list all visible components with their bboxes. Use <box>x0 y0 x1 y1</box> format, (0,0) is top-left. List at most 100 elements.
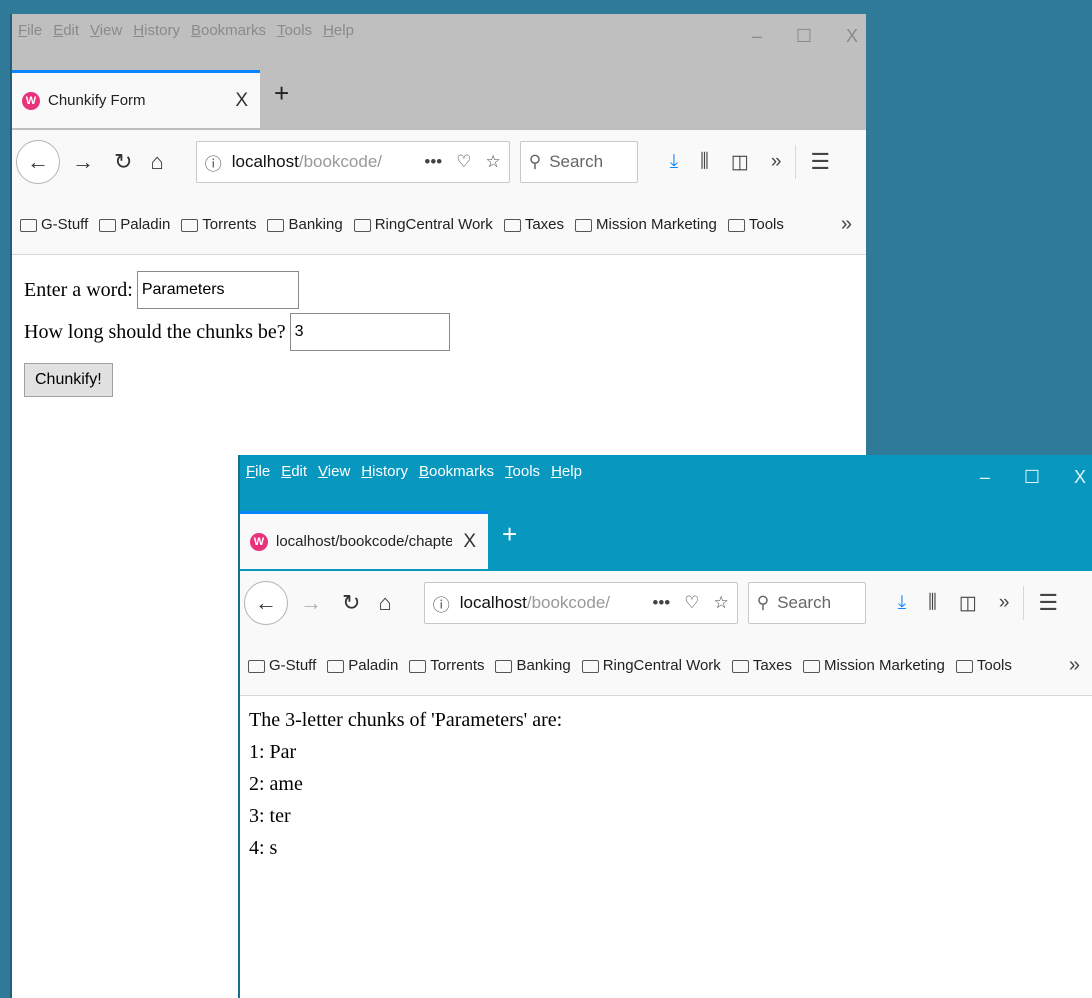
bookmarks-toolbar: G-Stuff Paladin Torrents Banking RingCen… <box>12 194 866 255</box>
forward-arrow-icon[interactable]: → <box>300 590 322 616</box>
tab-title: Chunkify Form <box>48 92 146 109</box>
star-icon[interactable]: ☆ <box>713 593 728 613</box>
bookmark-taxes[interactable]: Taxes <box>503 216 564 233</box>
folder-icon <box>955 659 973 673</box>
library-icon[interactable]: ⫼ <box>700 151 709 173</box>
bookmark-taxes[interactable]: Taxes <box>731 657 792 674</box>
menu-edit[interactable]: Edit <box>281 463 307 480</box>
menu-tools[interactable]: Tools <box>505 463 540 480</box>
more-icon[interactable]: ••• <box>652 593 670 613</box>
bookmark-torrents[interactable]: Torrents <box>181 216 256 233</box>
menu-bar: File Edit View History Bookmarks Tools H… <box>12 14 866 68</box>
navigation-toolbar: ← → ↻ ⌂ ⓘ localhost/bookcode/ch ••• ♡ ☆ … <box>12 130 866 194</box>
maximize-button[interactable]: ☐ <box>796 26 812 47</box>
bookmark-g-stuff[interactable]: G-Stuff <box>20 216 88 233</box>
tab-chunkify-form[interactable]: W Chunkify Form X <box>12 70 260 128</box>
page-content: The 3-letter chunks of 'Parameters' are:… <box>240 696 1092 998</box>
tab-strip: W Chunkify Form X + <box>12 68 866 130</box>
menu-bookmarks[interactable]: Bookmarks <box>191 22 266 39</box>
folder-icon <box>731 659 749 673</box>
folder-icon <box>575 218 592 232</box>
url-bar[interactable]: ⓘ localhost/bookcode/ch ••• ♡ ☆ <box>423 582 738 624</box>
folder-icon <box>248 659 265 673</box>
overflow-icon[interactable]: » <box>771 151 782 173</box>
reload-icon[interactable]: ↻ <box>342 590 360 616</box>
star-icon[interactable]: ☆ <box>485 152 500 172</box>
pocket-icon[interactable]: ♡ <box>684 593 699 613</box>
maximize-button[interactable]: ☐ <box>1024 467 1040 488</box>
search-input[interactable]: ⚲ Search <box>519 141 638 183</box>
menu-help[interactable]: Help <box>551 463 582 480</box>
folder-icon <box>503 218 521 232</box>
bookmark-tools[interactable]: Tools <box>727 216 784 233</box>
more-icon[interactable]: ••• <box>424 152 442 172</box>
url-text[interactable]: localhost/bookcode/ch <box>460 593 610 613</box>
bookmark-mission-marketing[interactable]: Mission Marketing <box>803 657 945 674</box>
menu-help[interactable]: Help <box>323 22 354 39</box>
menu-view[interactable]: View <box>90 22 122 39</box>
folder-icon <box>20 218 37 232</box>
bookmark-torrents[interactable]: Torrents <box>409 657 484 674</box>
close-button[interactable]: X <box>846 26 858 47</box>
menu-bookmarks[interactable]: Bookmarks <box>419 463 494 480</box>
menu-bar: File Edit View History Bookmarks Tools H… <box>240 455 1092 509</box>
hamburger-icon[interactable]: ☰ <box>1038 590 1058 616</box>
pocket-icon[interactable]: ♡ <box>456 152 471 172</box>
new-tab-button[interactable]: + <box>274 78 289 109</box>
menu-edit[interactable]: Edit <box>53 22 79 39</box>
chunk-length-input[interactable] <box>289 313 450 351</box>
tab-close-button[interactable]: X <box>235 90 248 112</box>
bookmark-mission-marketing[interactable]: Mission Marketing <box>575 216 717 233</box>
bookmarks-overflow-icon[interactable]: » <box>1069 654 1080 677</box>
download-icon[interactable]: ⤓ <box>670 151 678 173</box>
tab-close-button[interactable]: X <box>463 531 476 553</box>
home-icon[interactable]: ⌂ <box>150 149 163 175</box>
word-label: Enter a word: <box>24 278 133 301</box>
reload-icon[interactable]: ↻ <box>114 149 132 175</box>
menu-file[interactable]: File <box>246 463 270 480</box>
folder-icon <box>99 218 117 232</box>
tab-result[interactable]: W localhost/bookcode/chapter_8/ X <box>240 511 488 569</box>
menu-view[interactable]: View <box>318 463 350 480</box>
info-icon[interactable]: ⓘ <box>433 591 450 616</box>
chunkify-button[interactable]: Chunkify! <box>24 363 113 397</box>
bookmark-paladin[interactable]: Paladin <box>99 216 170 233</box>
menu-file[interactable]: File <box>18 22 42 39</box>
back-arrow-icon[interactable]: ← <box>244 581 288 625</box>
folder-icon <box>327 659 345 673</box>
library-icon[interactable]: ⫼ <box>928 592 937 614</box>
menu-tools[interactable]: Tools <box>277 22 312 39</box>
bookmark-tools[interactable]: Tools <box>955 657 1012 674</box>
chunk-line: 3: ter <box>249 805 291 827</box>
url-text[interactable]: localhost/bookcode/ch <box>232 152 382 172</box>
bookmark-ringcentral-work[interactable]: RingCentral Work <box>581 657 721 674</box>
hamburger-icon[interactable]: ☰ <box>810 149 830 175</box>
folder-icon <box>409 659 427 673</box>
bookmark-banking[interactable]: Banking <box>495 657 571 674</box>
minimize-button[interactable]: – <box>980 467 990 488</box>
word-input[interactable] <box>136 271 299 309</box>
info-icon[interactable]: ⓘ <box>205 150 222 175</box>
minimize-button[interactable]: – <box>752 26 762 47</box>
menu-history[interactable]: History <box>361 463 408 480</box>
home-icon[interactable]: ⌂ <box>378 590 391 616</box>
menu-history[interactable]: History <box>133 22 180 39</box>
bookmark-g-stuff[interactable]: G-Stuff <box>248 657 316 674</box>
bookmark-ringcentral-work[interactable]: RingCentral Work <box>353 216 493 233</box>
bookmark-paladin[interactable]: Paladin <box>327 657 398 674</box>
tab-strip: W localhost/bookcode/chapter_8/ X + <box>240 509 1092 571</box>
sidebar-icon[interactable]: ◫ <box>959 592 977 615</box>
forward-arrow-icon[interactable]: → <box>72 149 94 175</box>
bookmarks-overflow-icon[interactable]: » <box>841 213 852 236</box>
folder-icon <box>353 218 371 232</box>
folder-icon <box>727 218 745 232</box>
new-tab-button[interactable]: + <box>502 519 517 550</box>
search-input[interactable]: ⚲ Search <box>747 582 866 624</box>
download-icon[interactable]: ⤓ <box>898 592 906 614</box>
sidebar-icon[interactable]: ◫ <box>731 151 749 174</box>
bookmark-banking[interactable]: Banking <box>267 216 343 233</box>
back-arrow-icon[interactable]: ← <box>16 140 60 184</box>
url-bar[interactable]: ⓘ localhost/bookcode/ch ••• ♡ ☆ <box>195 141 510 183</box>
close-button[interactable]: X <box>1074 467 1086 488</box>
overflow-icon[interactable]: » <box>999 592 1010 614</box>
